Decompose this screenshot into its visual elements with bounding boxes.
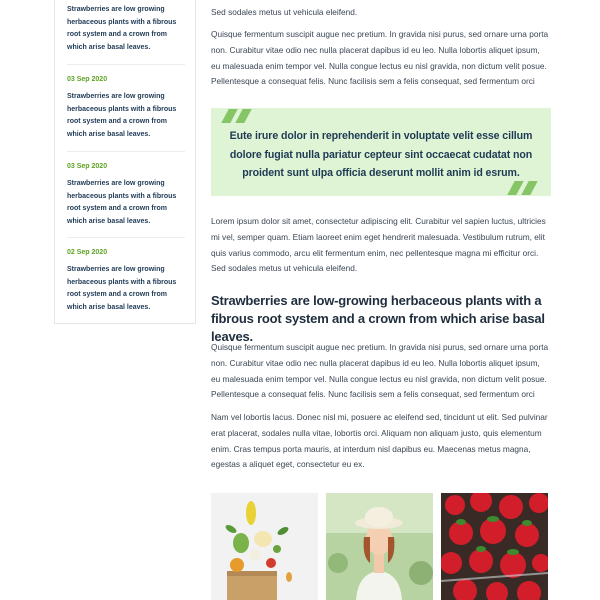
divider bbox=[67, 237, 185, 238]
strawberries-image bbox=[441, 493, 548, 600]
sidebar-post-date: 03 Sep 2020 bbox=[67, 163, 108, 170]
groceries-bag-image bbox=[211, 493, 318, 600]
gallery-image-woman[interactable] bbox=[326, 493, 433, 600]
sidebar-post[interactable]: 02 Sep 2020 Strawberries are low growing… bbox=[67, 249, 185, 314]
paragraph: Quisque fermentum suscipit augue nec pre… bbox=[211, 29, 549, 87]
sidebar-post-text[interactable]: Strawberries are low growing herbaceous … bbox=[67, 4, 185, 54]
woman-in-hat-image bbox=[326, 493, 433, 600]
divider bbox=[67, 151, 185, 152]
sidebar-post[interactable]: 03 Sep 2020 Strawberries are low growing… bbox=[67, 76, 185, 141]
sidebar-post-text[interactable]: Strawberries are low growing herbaceous … bbox=[67, 264, 185, 314]
sidebar-post-text[interactable]: Strawberries are low growing herbaceous … bbox=[67, 91, 185, 141]
sidebar-post-date: 02 Sep 2020 bbox=[67, 249, 108, 256]
paragraph-fragment: Sed sodales metus ut vehicula eleifend. bbox=[211, 7, 358, 17]
sidebar-post[interactable]: Strawberries are low growing herbaceous … bbox=[67, 4, 185, 54]
gallery-image-groceries[interactable] bbox=[211, 493, 318, 600]
sidebar-post[interactable]: 03 Sep 2020 Strawberries are low growing… bbox=[67, 163, 185, 228]
sidebar-recent-posts: Strawberries are low growing herbaceous … bbox=[54, 0, 196, 324]
quote-text: Eute irure dolor in reprehenderit in vol… bbox=[229, 130, 533, 179]
paragraph: Quisque fermentum suscipit augue nec pre… bbox=[211, 342, 549, 400]
blockquote: Eute irure dolor in reprehenderit in vol… bbox=[211, 108, 551, 196]
sidebar-post-date: 03 Sep 2020 bbox=[67, 76, 108, 83]
section-heading: Strawberries are low-growing herbaceous … bbox=[211, 293, 545, 344]
paragraph: Lorem ipsum dolor sit amet, consectetur … bbox=[211, 216, 546, 274]
gallery-image-strawberries[interactable] bbox=[441, 493, 548, 600]
sidebar-post-text[interactable]: Strawberries are low growing herbaceous … bbox=[67, 178, 185, 228]
paragraph: Nam vel lobortis lacus. Donec nisl mi, p… bbox=[211, 412, 548, 470]
divider bbox=[67, 64, 185, 65]
